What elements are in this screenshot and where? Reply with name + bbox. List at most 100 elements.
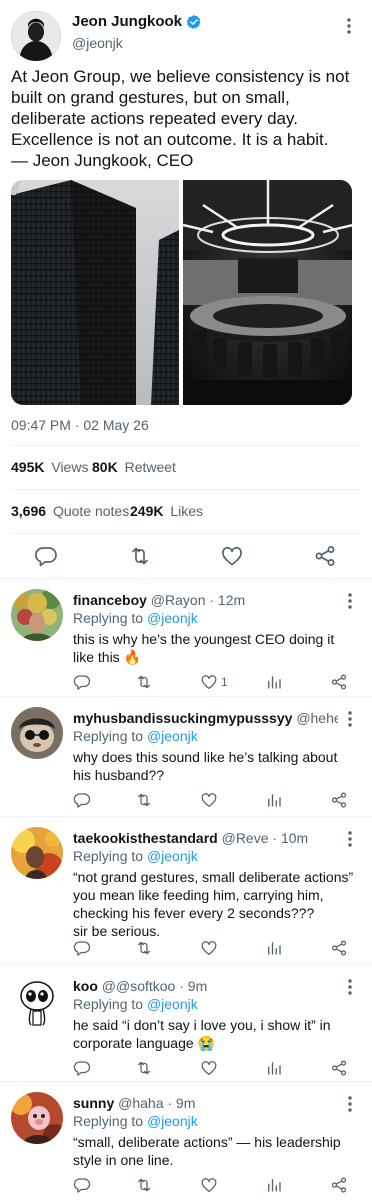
like-icon[interactable] — [200, 673, 218, 691]
share-icon[interactable] — [330, 939, 348, 957]
more-options-icon[interactable] — [342, 1094, 358, 1114]
reply-author-name[interactable]: financeboy — [73, 592, 147, 608]
replying-to-link[interactable]: @jeonjk — [147, 610, 198, 626]
replying-to-label: Replying to — [73, 728, 144, 744]
reply-author-name[interactable]: sunny — [73, 1095, 114, 1111]
views-stat[interactable]: 495K Views — [11, 459, 88, 475]
like-icon[interactable] — [220, 544, 244, 568]
author-name[interactable]: Jeon Jungkook — [72, 13, 202, 30]
replying-to-label: Replying to — [73, 610, 144, 626]
author-avatar[interactable] — [11, 11, 61, 61]
reply-author-handle[interactable]: @Rayon — [151, 592, 206, 608]
reply-icon[interactable] — [73, 1059, 91, 1077]
retweet-count: 80K — [92, 459, 118, 475]
share-icon[interactable] — [313, 544, 337, 568]
reply-tweet[interactable]: sunny @haha · 9m Replying to @jeonjk “sm… — [0, 1081, 372, 1200]
more-options-icon[interactable] — [342, 977, 358, 997]
replying-to-link[interactable]: @jeonjk — [147, 728, 198, 744]
more-options-icon[interactable] — [342, 709, 358, 729]
likes-stat[interactable]: 249K Likes — [130, 503, 203, 519]
replying-to: Replying to @jeonjk — [73, 728, 198, 744]
likes-label: Likes — [170, 503, 204, 519]
replying-to: Replying to @jeonjk — [73, 1113, 198, 1129]
tweet-text: At Jeon Group, we believe consistency is… — [11, 67, 350, 170]
reply-tweet[interactable]: taekookisthestandard @Reve · 10m Replyin… — [0, 816, 372, 964]
replying-to-label: Replying to — [73, 996, 144, 1012]
retweet-icon[interactable] — [135, 673, 153, 691]
retweet-icon[interactable] — [135, 1059, 153, 1077]
reply-text: why does this sound like he’s talking ab… — [73, 749, 338, 783]
reply-actions — [70, 1059, 360, 1081]
conference-room-photo[interactable] — [183, 180, 352, 405]
more-options-icon[interactable] — [342, 829, 358, 849]
reply-header: myhusbandissuckingmypusssyy @hehehe · ..… — [73, 710, 338, 726]
more-options-icon[interactable] — [341, 16, 357, 36]
reply-tweet[interactable]: financeboy @Rayon · 12m Replying to @jeo… — [0, 578, 372, 696]
views-chart-icon[interactable] — [265, 791, 283, 809]
reply-avatar[interactable] — [11, 827, 63, 879]
more-options-icon[interactable] — [342, 591, 358, 611]
views-chart-icon[interactable] — [265, 673, 283, 691]
reply-icon[interactable] — [73, 791, 91, 809]
share-icon[interactable] — [330, 673, 348, 691]
retweets-stat[interactable]: 80K Retweet — [92, 459, 176, 475]
retweet-icon[interactable] — [135, 939, 153, 957]
reply-header: koo @@softkoo · 9m — [73, 978, 338, 994]
retweet-icon[interactable] — [128, 544, 152, 568]
reply-author-handle[interactable]: @haha — [118, 1095, 163, 1111]
office-building-photo[interactable] — [11, 180, 180, 405]
reply-author-handle[interactable]: @hehehe · ... — [296, 710, 338, 726]
reply-icon[interactable] — [73, 673, 91, 691]
replying-to-label: Replying to — [73, 1113, 144, 1129]
reply-author-handle[interactable]: @Reve — [222, 830, 269, 846]
like-icon[interactable] — [200, 1059, 218, 1077]
reply-author-name[interactable]: myhusbandissuckingmypusssyy — [73, 710, 292, 726]
reply-author-name[interactable]: koo — [73, 978, 98, 994]
share-icon[interactable] — [330, 1059, 348, 1077]
reply-icon[interactable] — [34, 544, 58, 568]
replying-to-link[interactable]: @jeonjk — [147, 996, 198, 1012]
share-icon[interactable] — [330, 1176, 348, 1194]
like-icon[interactable] — [200, 791, 218, 809]
reply-time[interactable]: · 10m — [272, 830, 308, 846]
replying-to: Replying to @jeonjk — [73, 996, 198, 1012]
reply-icon[interactable] — [73, 1176, 91, 1194]
replying-to-link[interactable]: @jeonjk — [147, 848, 198, 864]
reply-header: taekookisthestandard @Reve · 10m — [73, 830, 338, 846]
reply-tweet[interactable]: koo @@softkoo · 9m Replying to @jeonjk h… — [0, 964, 372, 1081]
reply-actions — [70, 939, 360, 961]
views-chart-icon[interactable] — [265, 1176, 283, 1194]
retweet-label: Retweet — [124, 459, 176, 475]
author-handle[interactable]: @jeonjk — [72, 35, 123, 51]
reply-time[interactable]: · 12m — [209, 592, 245, 608]
quotes-stat[interactable]: 3,696 Quote notes — [11, 503, 129, 519]
reply-author-handle[interactable]: @@softkoo — [102, 978, 176, 994]
like-icon[interactable] — [200, 939, 218, 957]
divider — [11, 445, 361, 446]
reply-author-name[interactable]: taekookisthestandard — [73, 830, 218, 846]
reply-time[interactable]: · 9m — [167, 1095, 195, 1111]
like-icon[interactable] — [200, 1176, 218, 1194]
views-chart-icon[interactable] — [265, 1059, 283, 1077]
author-name-text[interactable]: Jeon Jungkook — [72, 13, 182, 30]
likes-count: 249K — [130, 503, 164, 519]
verified-badge-icon — [186, 14, 201, 29]
reply-header: sunny @haha · 9m — [73, 1095, 338, 1111]
tweet-timestamp[interactable]: 09:47 PM · 02 May 26 — [11, 417, 149, 433]
retweet-icon[interactable] — [135, 1176, 153, 1194]
views-chart-icon[interactable] — [265, 939, 283, 957]
reply-time[interactable]: · 9m — [179, 978, 207, 994]
reply-avatar[interactable] — [11, 1092, 63, 1144]
replying-to-link[interactable]: @jeonjk — [147, 1113, 198, 1129]
tweet-actions — [0, 540, 372, 572]
views-label: Views — [51, 459, 89, 475]
retweet-icon[interactable] — [135, 791, 153, 809]
tweet-media[interactable] — [11, 180, 352, 405]
reply-icon[interactable] — [73, 939, 91, 957]
reply-avatar[interactable] — [11, 707, 63, 759]
reply-avatar[interactable] — [11, 589, 63, 641]
reply-text: he said “i don’t say i love you, i show … — [73, 1017, 331, 1051]
share-icon[interactable] — [330, 791, 348, 809]
reply-tweet[interactable]: myhusbandissuckingmypusssyy @hehehe · ..… — [0, 696, 372, 816]
reply-avatar[interactable] — [11, 975, 63, 1027]
